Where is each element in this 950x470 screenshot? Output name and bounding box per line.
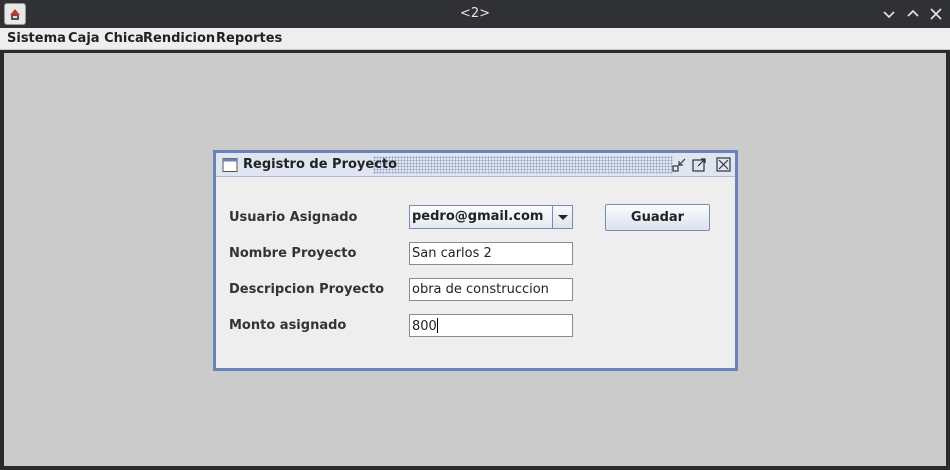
monto-label: Monto asignado: [229, 318, 347, 333]
window-title: <2>: [459, 6, 491, 21]
frame-iconify-icon[interactable]: [672, 157, 687, 172]
usuario-label: Usuario Asignado: [229, 210, 358, 225]
text-caret: [436, 318, 438, 333]
menu-caja-chica[interactable]: Caja Chica: [68, 31, 144, 46]
nombre-proyecto-field[interactable]: San carlos 2: [409, 242, 573, 265]
menubar: Sistema Caja Chica Rendicion Reportes: [0, 28, 950, 50]
usuario-select[interactable]: pedro@gmail.com: [409, 205, 573, 229]
usuario-select-value: pedro@gmail.com: [412, 209, 544, 224]
nombre-label: Nombre Proyecto: [229, 246, 357, 261]
descripcion-label: Descripcion Proyecto: [229, 282, 385, 297]
frame-titlebar[interactable]: Registro de Proyecto: [216, 153, 735, 177]
frame-titlebar-grip: [373, 156, 673, 174]
close-icon[interactable]: [927, 5, 945, 23]
descripcion-proyecto-value: obra de construccion: [412, 282, 549, 297]
frame-window-icon[interactable]: [222, 157, 238, 173]
minimize-icon[interactable]: [880, 5, 898, 23]
descripcion-proyecto-field[interactable]: obra de construccion: [409, 278, 573, 301]
guardar-button[interactable]: Guadar: [605, 204, 710, 231]
menu-reportes[interactable]: Reportes: [216, 31, 282, 46]
menu-sistema[interactable]: Sistema: [7, 31, 66, 46]
nombre-proyecto-value: San carlos 2: [412, 246, 492, 261]
menu-rendicion[interactable]: Rendicion: [143, 31, 215, 46]
monto-asignado-value: 800: [412, 319, 437, 334]
maximize-icon[interactable]: [904, 5, 922, 23]
monto-asignado-field[interactable]: 800: [409, 314, 573, 337]
frame-maximize-icon[interactable]: [692, 157, 707, 172]
dropdown-arrow-icon[interactable]: [552, 206, 572, 228]
window-titlebar: <2>: [0, 0, 950, 28]
registro-proyecto-frame: Registro de Proyecto Usuario Asignado pe…: [213, 150, 738, 371]
frame-title: Registro de Proyecto: [243, 157, 398, 172]
frame-close-icon[interactable]: [716, 157, 731, 172]
